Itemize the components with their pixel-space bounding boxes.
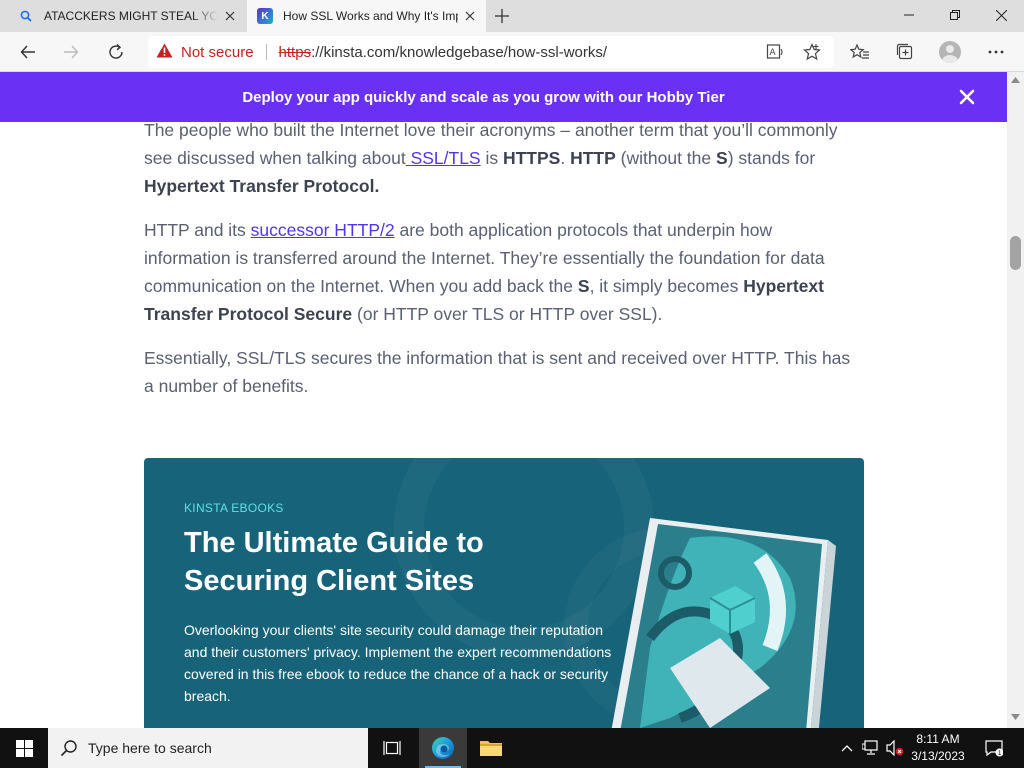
search-icon <box>60 740 77 757</box>
search-placeholder: Type here to search <box>88 740 212 756</box>
bold-term: S <box>577 276 590 296</box>
system-clock[interactable]: 8:11 AM 3/13/2023 <box>902 731 974 765</box>
paragraph-acronyms: The people who built the Internet love t… <box>144 122 860 200</box>
scroll-up-icon[interactable] <box>1011 77 1020 83</box>
action-center-button[interactable]: 1 <box>982 728 1006 768</box>
back-button[interactable] <box>12 36 44 68</box>
more-menu-icon[interactable] <box>980 36 1012 68</box>
add-favorite-icon[interactable] <box>796 36 828 68</box>
ebook-kicker: KINSTA EBOOKS <box>184 501 284 515</box>
paragraph-benefits: Essentially, SSL/TLS secures the informa… <box>144 348 851 396</box>
minimize-button[interactable] <box>886 0 932 30</box>
clock-date: 3/13/2023 <box>911 749 965 763</box>
paragraph-http: HTTP and its successor HTTP/2 are both a… <box>144 216 860 328</box>
start-button[interactable] <box>0 728 48 768</box>
banner-text[interactable]: Deploy your app quickly and scale as you… <box>242 89 724 106</box>
bold-term: HTTPS <box>502 148 561 168</box>
text: (or HTTP over TLS or HTTP over SSL). <box>352 304 663 324</box>
scrollbar-thumb[interactable] <box>1010 236 1021 270</box>
chevron-up-icon <box>841 745 853 752</box>
ebook-title[interactable]: The Ultimate Guide to Securing Client Si… <box>184 524 604 600</box>
edge-icon <box>432 737 454 759</box>
taskbar-edge-app[interactable] <box>419 728 467 768</box>
restore-button[interactable] <box>932 0 978 30</box>
taskbar-file-explorer[interactable] <box>467 728 515 768</box>
text: . <box>560 148 571 168</box>
profile-avatar[interactable] <box>934 36 966 68</box>
windows-logo-icon <box>15 739 33 757</box>
security-label[interactable]: Not secure <box>181 44 254 61</box>
task-view-button[interactable] <box>368 728 416 768</box>
collections-icon[interactable] <box>889 36 921 68</box>
windows-taskbar: Type here to search 8:11 AM 3/13/2023 1 <box>0 728 1024 768</box>
ssl-tls-link[interactable]: SSL/TLS <box>406 148 481 168</box>
text: (without the <box>615 148 716 168</box>
text: ) stands for <box>727 148 816 168</box>
page-scrollbar[interactable] <box>1007 72 1024 728</box>
avatar <box>939 41 961 63</box>
favorites-icon[interactable] <box>844 36 876 68</box>
bold-term: HTTP <box>570 148 616 168</box>
search-icon <box>18 8 34 24</box>
tab-title: How SSL Works and Why It's Important <box>283 9 458 23</box>
scroll-down-icon[interactable] <box>1011 714 1020 720</box>
new-tab-button[interactable] <box>490 4 514 28</box>
promo-banner[interactable]: Deploy your app quickly and scale as you… <box>0 72 1007 122</box>
browser-toolbar: Not secure https://kinsta.com/knowledgeb… <box>0 32 1024 72</box>
address-divider <box>265 44 267 60</box>
tab-how-ssl-works[interactable]: K How SSL Works and Why It's Important <box>247 0 486 32</box>
refresh-button[interactable] <box>100 36 132 68</box>
text: is <box>480 148 503 168</box>
show-hidden-icons-button[interactable] <box>838 728 856 768</box>
network-icon <box>862 740 878 755</box>
close-tab-icon[interactable] <box>218 4 242 28</box>
article-content: The people who built the Internet love t… <box>0 122 1007 728</box>
ebook-description: Overlooking your clients' site security … <box>184 622 612 704</box>
banner-close-icon[interactable] <box>957 87 977 107</box>
taskbar-search-box[interactable]: Type here to search <box>48 728 368 768</box>
bold-term: Hypertext Transfer Protocol. <box>144 176 380 196</box>
tab-attackers[interactable]: ATACCKERS MIGHT STEAL YOUR INFORMATION <box>8 0 246 32</box>
close-window-button[interactable] <box>978 0 1024 30</box>
notifications-icon: 1 <box>985 740 1003 757</box>
text: HTTP and its <box>144 220 251 240</box>
tab-strip: ATACCKERS MIGHT STEAL YOUR INFORMATION K… <box>0 0 1024 32</box>
clock-time: 8:11 AM <box>916 732 960 746</box>
warning-icon[interactable] <box>156 43 173 62</box>
url-text: ://kinsta.com/knowledgebase/how-ssl-work… <box>311 43 608 61</box>
text: , it simply becomes <box>589 276 744 296</box>
http2-link[interactable]: successor HTTP/2 <box>251 220 395 240</box>
svg-text:1: 1 <box>998 749 1002 757</box>
kinsta-favicon-icon: K <box>257 8 273 24</box>
task-view-icon <box>383 741 401 755</box>
bold-term: S <box>716 148 728 168</box>
tab-title: ATACCKERS MIGHT STEAL YOUR INFORMATION <box>44 9 218 23</box>
read-aloud-icon[interactable]: A <box>759 36 791 68</box>
ebook-promo-card[interactable]: KINSTA EBOOKS The Ultimate Guide to Secu… <box>144 458 864 728</box>
url-protocol: https <box>278 43 312 61</box>
close-tab-icon[interactable] <box>458 4 482 28</box>
address-bar[interactable]: Not secure https://kinsta.com/knowledgeb… <box>148 36 834 68</box>
forward-button[interactable] <box>55 36 87 68</box>
svg-text:A: A <box>770 48 777 58</box>
folder-icon <box>480 741 502 756</box>
ebook-cover-image <box>611 518 836 728</box>
network-status[interactable] <box>860 728 882 768</box>
